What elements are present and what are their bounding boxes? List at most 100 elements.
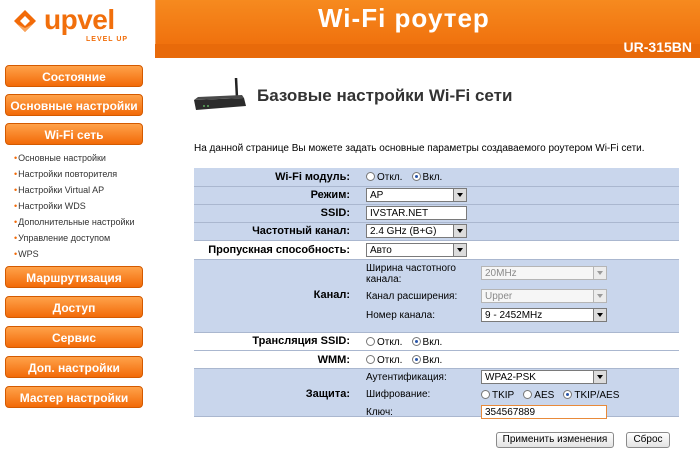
ssid-broadcast-off[interactable]: Откл.	[366, 337, 402, 348]
mode-select[interactable]: AP	[366, 188, 467, 202]
channel-number-select[interactable]: 9 - 2452MHz	[481, 308, 607, 322]
page-description: На данной странице Вы можете задать осно…	[194, 143, 645, 154]
submenu-basic[interactable]: Основные настройки	[14, 153, 106, 163]
option-label: AES	[534, 390, 555, 401]
encryption-tkip-aes[interactable]: TKIP/AES	[563, 390, 619, 401]
menu-status[interactable]: Состояние	[5, 65, 143, 87]
chevron-down-icon	[453, 225, 466, 237]
wmm-on[interactable]: Вкл.	[411, 355, 443, 366]
router-icon	[194, 77, 246, 110]
option-label: Вкл.	[422, 337, 443, 348]
logo[interactable]: upvel LEVEL UP	[0, 0, 156, 50]
submenu-virtual-ap[interactable]: Настройки Virtual AP	[14, 185, 104, 195]
reset-button[interactable]: Сброс	[626, 432, 670, 448]
submenu-repeater[interactable]: Настройки повторителя	[14, 169, 117, 179]
option-label: Откл.	[377, 172, 403, 183]
bandwidth-value: Авто	[370, 245, 392, 256]
divider	[194, 368, 679, 369]
chevron-down-icon	[593, 290, 606, 302]
menu-access[interactable]: Доступ	[5, 296, 143, 318]
encryption-radios: TKIP AES TKIP/AES	[481, 389, 625, 401]
mode-value: AP	[370, 190, 384, 201]
menu-extra-settings[interactable]: Доп. настройки	[5, 356, 143, 378]
wmm-radios: Откл. Вкл.	[366, 354, 448, 366]
submenu-wds[interactable]: Настройки WDS	[14, 201, 86, 211]
channel-number-label: Номер канала:	[366, 310, 435, 321]
ssid-input[interactable]: IVSTAR.NET	[366, 206, 467, 220]
radio-selected-icon	[411, 337, 421, 346]
channel-width-value: 20MHz	[485, 268, 517, 279]
logo-tagline: LEVEL UP	[86, 36, 129, 43]
header-bar: upvel LEVEL UP Wi-Fi роутер UR-315BN	[0, 0, 700, 58]
key-input[interactable]: 354567889	[481, 405, 607, 419]
band-label: Частотный канал:	[252, 225, 350, 237]
bandwidth-select[interactable]: Авто	[366, 243, 467, 257]
option-label: Откл.	[377, 355, 403, 366]
divider	[194, 204, 679, 205]
menu-wifi[interactable]: Wi-Fi сеть	[5, 123, 143, 145]
menu-setup-wizard[interactable]: Мастер настройки	[5, 386, 143, 408]
channel-ext-select[interactable]: Upper	[481, 289, 607, 303]
ssid-label: SSID:	[320, 207, 350, 219]
chevron-down-icon	[593, 267, 606, 279]
header-subbar	[155, 44, 700, 58]
chevron-down-icon	[593, 371, 606, 383]
divider	[194, 350, 679, 351]
encryption-tkip[interactable]: TKIP	[481, 390, 514, 401]
chevron-down-icon	[593, 309, 606, 321]
model-name: UR-315BN	[623, 39, 692, 55]
settings-form: Wi-Fi модуль: Откл. Вкл. Режим: AP SSID:…	[194, 168, 679, 443]
auth-select[interactable]: WPA2-PSK	[481, 370, 607, 384]
ssid-broadcast-radios: Откл. Вкл.	[366, 336, 448, 348]
encryption-label: Шифрование:	[366, 389, 431, 400]
option-label: Вкл.	[422, 172, 443, 183]
security-label: Защита:	[305, 388, 350, 400]
upvel-logo-icon	[14, 10, 36, 32]
radio-icon	[366, 337, 375, 346]
sidebar: Состояние Основные настройки Wi-Fi сеть …	[0, 58, 155, 475]
page-header-title: Wi-Fi роутер	[318, 3, 490, 33]
channel-ext-value: Upper	[485, 291, 513, 302]
band-select[interactable]: 2.4 GHz (B+G)	[366, 224, 467, 238]
submenu-access-control[interactable]: Управление доступом	[14, 233, 110, 243]
radio-icon	[481, 390, 490, 399]
apply-button[interactable]: Применить изменения	[496, 432, 614, 448]
wifi-module-off[interactable]: Откл.	[366, 172, 402, 183]
auth-value: WPA2-PSK	[485, 372, 536, 383]
submenu-advanced[interactable]: Дополнительные настройки	[14, 217, 134, 227]
wifi-module-on[interactable]: Вкл.	[411, 172, 443, 183]
divider	[194, 186, 679, 187]
divider	[194, 332, 679, 333]
ssid-broadcast-on[interactable]: Вкл.	[411, 337, 443, 348]
radio-selected-icon	[411, 172, 421, 181]
radio-selected-icon	[411, 355, 421, 364]
bandwidth-label: Пропускная способность:	[208, 244, 350, 256]
auth-label: Аутентификация:	[366, 372, 447, 383]
channel-label: Канал:	[313, 289, 350, 301]
encryption-aes[interactable]: AES	[523, 390, 554, 401]
divider	[194, 222, 679, 223]
chevron-down-icon	[453, 189, 466, 201]
channel-ext-label: Канал расширения:	[366, 291, 458, 302]
menu-routing[interactable]: Маршрутизация	[5, 266, 143, 288]
menu-basic-settings[interactable]: Основные настройки	[5, 94, 143, 116]
menu-service[interactable]: Сервис	[5, 326, 143, 348]
radio-selected-icon	[563, 390, 573, 399]
wmm-off[interactable]: Откл.	[366, 355, 402, 366]
option-label: Откл.	[377, 337, 403, 348]
page-title: Базовые настройки Wi-Fi сети	[257, 86, 513, 105]
submenu-wps[interactable]: WPS	[14, 249, 39, 259]
divider	[194, 240, 679, 241]
divider	[194, 259, 679, 260]
option-label: TKIP	[492, 390, 515, 401]
channel-width-select[interactable]: 20MHz	[481, 266, 607, 280]
key-label: Ключ:	[366, 407, 393, 418]
radio-icon	[366, 355, 375, 364]
option-label: Вкл.	[422, 355, 443, 366]
main-content: Базовые настройки Wi-Fi сети На данной с…	[160, 58, 700, 475]
radio-icon	[523, 390, 533, 399]
band-value: 2.4 GHz (B+G)	[370, 226, 437, 237]
wifi-module-label: Wi-Fi модуль:	[275, 171, 350, 183]
wmm-label: WMM:	[317, 354, 350, 366]
radio-icon	[366, 172, 375, 181]
